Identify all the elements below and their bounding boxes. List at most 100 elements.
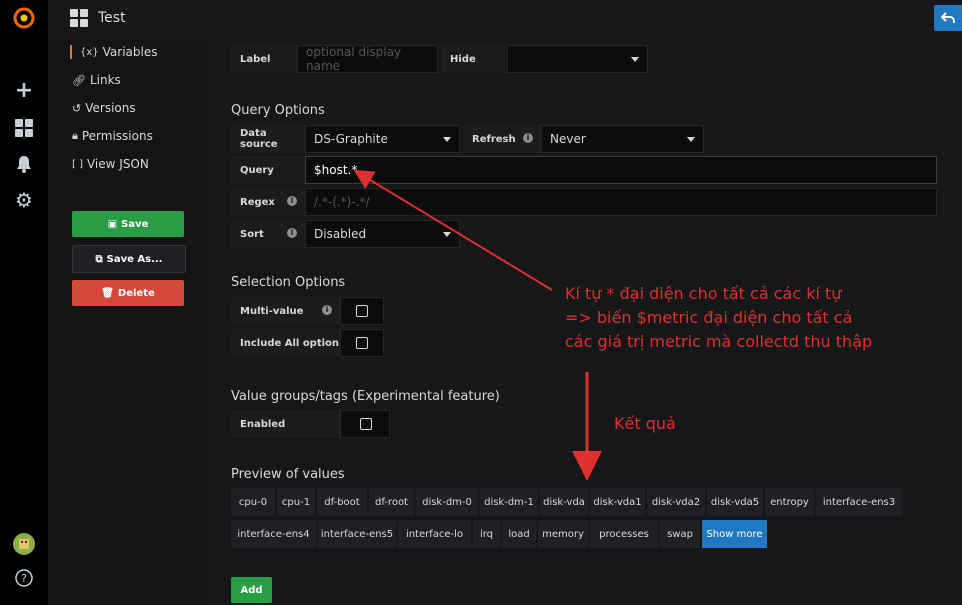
back-arrow-icon <box>941 12 955 24</box>
preview-value-chip: disk-dm-0 <box>416 488 478 516</box>
preview-value-chip: swap <box>660 520 700 548</box>
preview-value-chip: interface-lo <box>398 520 471 548</box>
sidemenu-item-label: Links <box>89 73 121 87</box>
plus-icon[interactable]: + <box>12 78 36 103</box>
left-nav-bar: + ⚙ ? <box>0 0 48 605</box>
chevron-down-icon <box>687 137 695 142</box>
label-label: Label <box>231 45 297 73</box>
delete-button[interactable]: 🗑︎ Delete <box>72 280 184 306</box>
info-icon: i <box>287 228 297 238</box>
datasource-label: Data source <box>231 125 305 153</box>
sidemenu-item-label: Permissions <box>81 129 153 143</box>
sidemenu-item-label: View JSON <box>86 157 149 171</box>
top-bar: Test <box>48 0 962 40</box>
sidemenu-item-view-json[interactable]: [ ] View JSON <box>72 157 149 171</box>
multi-value-checkbox[interactable] <box>340 297 384 325</box>
preview-value-chip: disk-dm-1 <box>480 488 538 516</box>
query-input[interactable]: $host.* <box>305 156 937 184</box>
save-as-button[interactable]: ⧉ Save As... <box>72 245 186 273</box>
preview-value-chip: interface-ens5 <box>318 520 396 548</box>
chevron-down-icon <box>443 137 451 142</box>
add-button[interactable]: Add <box>231 577 272 603</box>
sidemenu-item-label: Versions <box>85 101 136 115</box>
regex-label: Regex i <box>231 188 305 216</box>
value-groups-title: Value groups/tags (Experimental feature) <box>231 389 500 404</box>
preview-value-chip: interface-ens4 <box>231 520 316 548</box>
multi-value-label: Multi-value i <box>231 297 340 325</box>
dashboard-grid-icon[interactable] <box>70 9 90 29</box>
checkbox-box <box>356 337 368 349</box>
dashboards-icon[interactable] <box>12 116 36 140</box>
info-icon: i <box>287 196 297 206</box>
selection-options-title: Selection Options <box>231 275 346 290</box>
preview-value-chip: disk-vda <box>540 488 588 516</box>
label-input[interactable]: optional display name <box>297 45 438 73</box>
link-icon: 🔗︎ <box>72 73 86 87</box>
refresh-label: Refresh i <box>463 125 541 153</box>
chevron-down-icon <box>631 57 639 62</box>
hide-label: Hide <box>441 45 507 73</box>
enabled-checkbox[interactable] <box>340 410 390 438</box>
sidemenu-item-links[interactable]: 🔗︎ Links <box>72 73 121 87</box>
hide-select[interactable] <box>507 45 648 73</box>
preview-value-chip: load <box>502 520 536 548</box>
grafana-logo-icon[interactable] <box>12 6 36 30</box>
sidemenu-item-permissions[interactable]: 🔒︎ Permissions <box>72 129 153 143</box>
page-title[interactable]: Test <box>98 10 126 26</box>
preview-title: Preview of values <box>231 467 345 482</box>
include-all-checkbox[interactable] <box>340 329 384 357</box>
copy-icon: ⧉ <box>95 253 103 265</box>
save-button[interactable]: ▣ Save <box>72 211 184 237</box>
sort-select[interactable]: Disabled <box>305 220 460 248</box>
settings-side-menu: {x} Variables 🔗︎ Links ↺ Versions 🔒︎ Per… <box>48 40 207 605</box>
info-icon: i <box>322 305 332 315</box>
regex-input[interactable]: /.*-(.*)-.*/ <box>305 188 937 216</box>
preview-value-chip: df-root <box>369 488 414 516</box>
sidemenu-item-versions[interactable]: ↺ Versions <box>72 101 136 115</box>
sidemenu-item-label: Variables <box>102 45 158 59</box>
save-icon: ▣ <box>107 218 118 230</box>
datasource-select[interactable]: DS-Graphite <box>305 125 460 153</box>
query-label: Query <box>231 156 305 184</box>
preview-value-chip: processes <box>590 520 658 548</box>
save-as-button-label: Save As... <box>106 253 163 265</box>
bell-icon[interactable] <box>12 152 36 176</box>
chevron-down-icon <box>443 232 451 237</box>
preview-value-chip: df-boot <box>317 488 367 516</box>
show-more-button[interactable]: Show more <box>702 520 767 548</box>
back-button[interactable] <box>934 5 962 31</box>
preview-value-chip: disk-vda5 <box>707 488 763 516</box>
preview-value-chip: entropy <box>765 488 814 516</box>
variables-icon: {x} <box>80 46 99 58</box>
checkbox-box <box>356 305 368 317</box>
save-button-label: Save <box>121 218 149 230</box>
history-icon: ↺ <box>72 101 82 115</box>
enabled-label: Enabled <box>231 410 340 438</box>
preview-value-chip: interface-ens3 <box>816 488 902 516</box>
include-all-label: Include All option <box>231 329 340 357</box>
preview-value-chip: disk-vda2 <box>647 488 705 516</box>
gear-icon[interactable]: ⚙ <box>12 188 36 212</box>
annotation-line-1: Kí tự * đại diện cho tất cả các kí tự <box>565 284 842 303</box>
preview-value-chip: disk-vda1 <box>590 488 645 516</box>
preview-value-chip: cpu-1 <box>277 488 315 516</box>
preview-value-chip: cpu-0 <box>231 488 275 516</box>
lock-icon: 🔒︎ <box>72 129 78 142</box>
info-icon: i <box>523 133 533 143</box>
annotation-line-2: => biến $metric đại diện cho tất cả <box>565 308 853 327</box>
checkbox-box <box>360 418 372 430</box>
help-icon[interactable]: ? <box>12 566 36 590</box>
trash-icon: 🗑︎ <box>101 287 114 299</box>
svg-text:?: ? <box>21 572 27 585</box>
avatar[interactable] <box>12 532 36 556</box>
preview-value-chip: memory <box>538 520 588 548</box>
refresh-select[interactable]: Never <box>541 125 704 153</box>
preview-value-chip: irq <box>473 520 500 548</box>
sort-label: Sort i <box>231 220 305 248</box>
delete-button-label: Delete <box>117 287 155 299</box>
query-options-title: Query Options <box>231 103 325 118</box>
code-icon: [ ] <box>72 158 83 170</box>
annotation-line-3: các giá trị metric mà collectd thu thập <box>565 332 873 351</box>
annotation-result: Kết quả <box>614 414 676 433</box>
sidemenu-item-variables[interactable]: {x} Variables <box>70 45 158 59</box>
